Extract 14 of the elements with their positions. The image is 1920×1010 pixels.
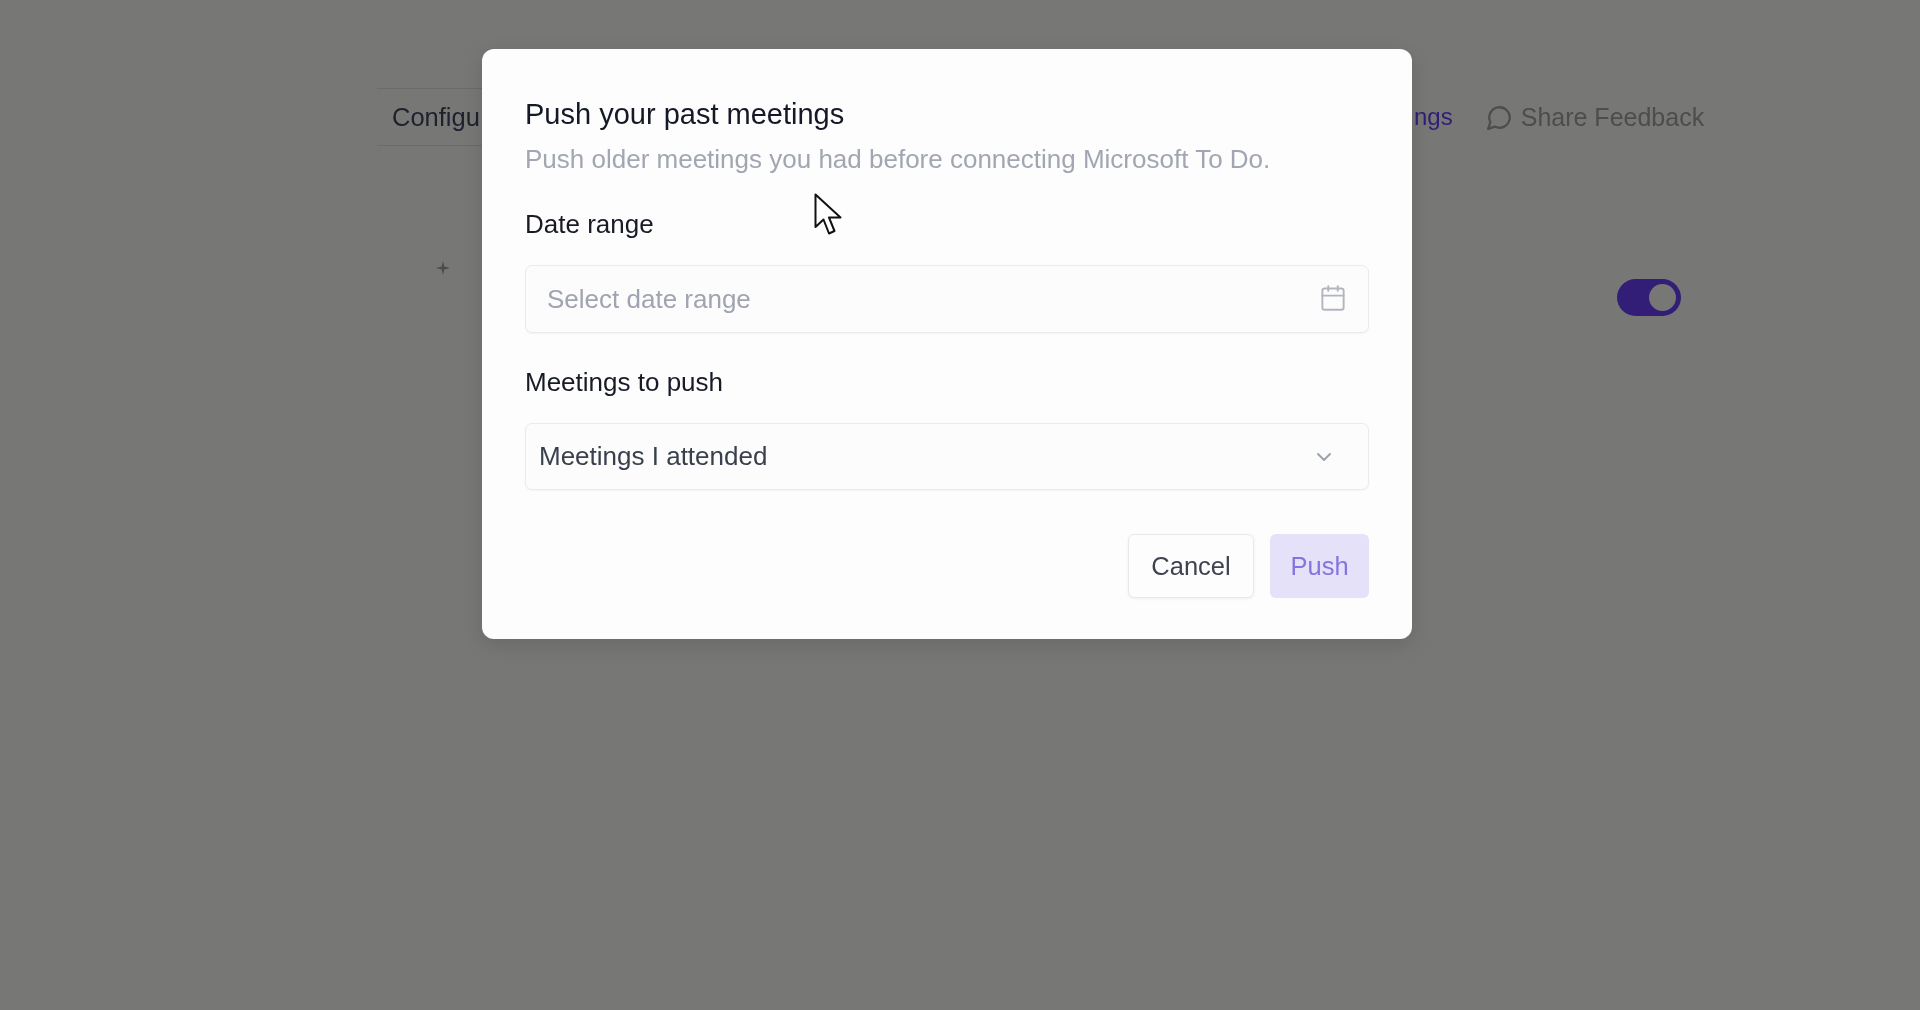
sparkle-icon [436,261,450,275]
date-range-field[interactable]: Select date range [525,265,1369,333]
toggle-switch[interactable] [1617,279,1681,316]
field-label: Meetings to push [525,368,723,396]
chat-bubble-icon [1486,104,1512,130]
nav-tab[interactable]: Configu [392,102,480,132]
dialog-title: Push your past meetings [525,97,845,131]
calendar-icon [1321,285,1345,311]
chevron-down-icon [1317,452,1331,461]
dialog-subtitle: Push older meetings you had before connecting Microsoft To Do. [525,143,1271,175]
dropdown-select[interactable]: Meetings I attended [525,423,1369,490]
field-label: Date range [525,210,654,238]
cancel-button[interactable]: Cancel [1128,534,1254,598]
nav-link[interactable]: ngs [1414,103,1453,131]
